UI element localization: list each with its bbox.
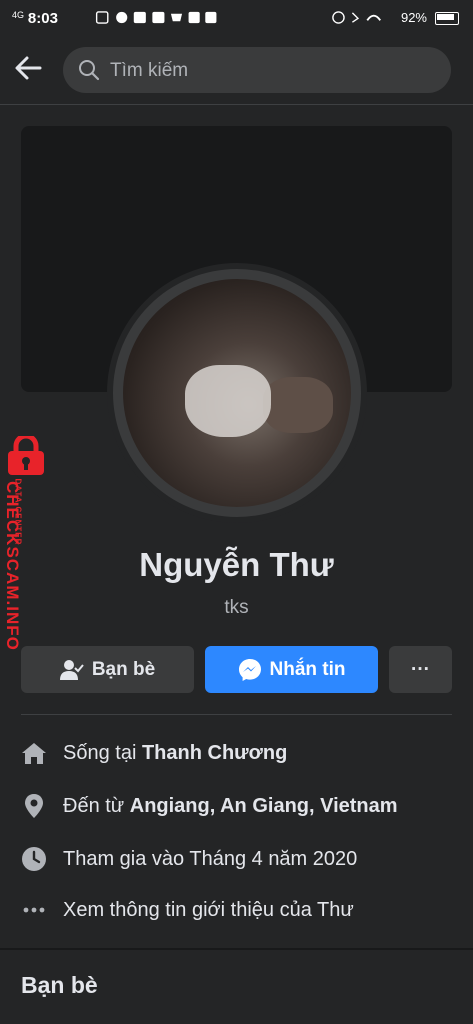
- info-joined: Tham gia vào Tháng 4 năm 2020: [21, 844, 461, 874]
- back-button[interactable]: [12, 52, 50, 90]
- message-button-label: Nhắn tin: [269, 658, 346, 680]
- see-about-text: Xem thông tin giới thiệu của Thư: [63, 898, 354, 921]
- search-input[interactable]: Tìm kiếm: [63, 47, 451, 93]
- top-bar: Tìm kiếm: [0, 36, 473, 105]
- avatar-photo-highlight: [185, 365, 271, 437]
- clock-icon: [21, 846, 47, 872]
- time-label: 8:03: [27, 10, 58, 27]
- friend-check-icon: [59, 659, 84, 680]
- info-see-about[interactable]: Xem thông tin giới thiệu của Thư: [21, 895, 461, 925]
- lives-in-value[interactable]: Thanh Chương: [142, 742, 287, 765]
- profile-name: Nguyễn Thư: [139, 546, 334, 583]
- lock-icon: [8, 436, 44, 475]
- arrow-left-icon: [15, 56, 42, 80]
- from-prefix: Đến từ: [63, 794, 130, 817]
- status-bar: 4G 8:03 92%: [0, 0, 473, 36]
- info-from: Đến từ Angiang, An Giang, Vietnam: [21, 791, 461, 821]
- more-horizontal-icon: [21, 897, 47, 923]
- divider: [21, 714, 452, 715]
- system-icons: [332, 11, 382, 24]
- signal-label: 4G: [12, 10, 25, 20]
- friends-button-label: Bạn bè: [91, 658, 156, 680]
- friends-button[interactable]: Bạn bè: [21, 646, 194, 693]
- search-placeholder: Tìm kiếm: [110, 60, 189, 81]
- info-lives-in: Sống tại Thanh Chương: [21, 738, 461, 768]
- avatar-photo: [123, 279, 351, 507]
- more-button[interactable]: ···: [389, 646, 452, 693]
- avatar[interactable]: [113, 269, 361, 517]
- notification-icons: [95, 11, 217, 24]
- home-icon: [21, 740, 47, 766]
- avatar-photo-detail: [263, 377, 333, 433]
- battery-percent: 92%: [400, 10, 427, 25]
- from-value[interactable]: Angiang, An Giang, Vietnam: [130, 795, 398, 818]
- profile-bio: tks: [224, 597, 249, 618]
- status-time: 4G 8:03: [12, 10, 58, 27]
- messenger-icon: [238, 658, 261, 681]
- message-button[interactable]: Nhắn tin: [205, 646, 378, 693]
- joined-text: Tham gia vào Tháng 4 năm 2020: [63, 847, 358, 870]
- friends-section-title: Bạn bè: [21, 972, 98, 998]
- section-separator: [0, 948, 473, 950]
- battery-icon: [435, 12, 459, 25]
- lives-in-prefix: Sống tại: [63, 741, 142, 764]
- location-pin-icon: [21, 793, 47, 819]
- search-icon: [79, 60, 100, 81]
- more-dots-icon: ···: [411, 658, 430, 680]
